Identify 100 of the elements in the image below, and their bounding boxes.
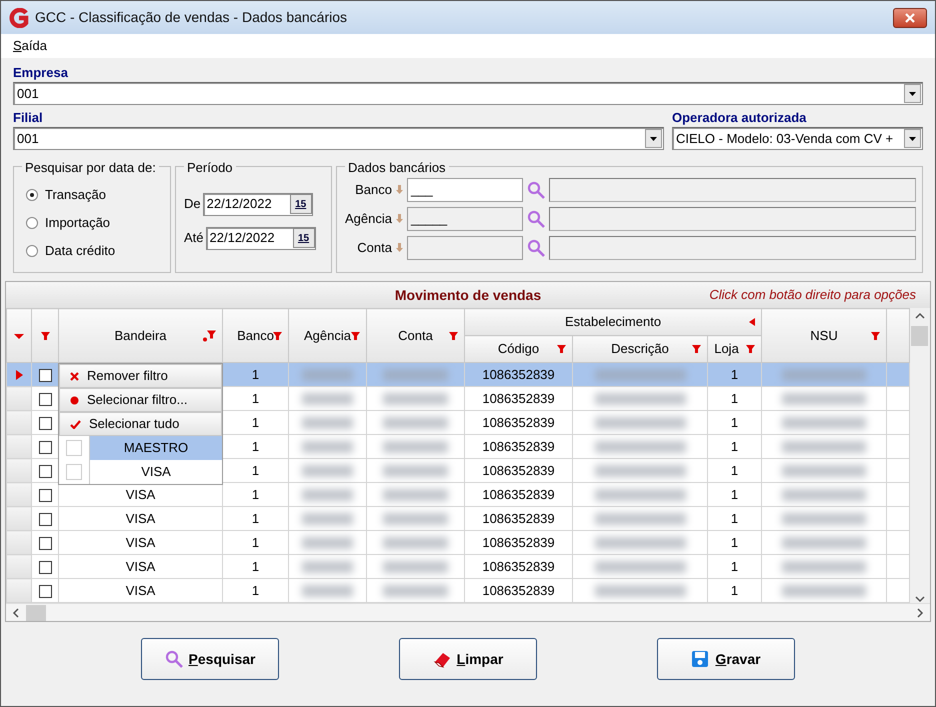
checkbox[interactable]: [38, 560, 52, 574]
column-header[interactable]: NSU: [762, 308, 887, 362]
search-button[interactable]: Pesquisar: [141, 638, 279, 680]
group-header[interactable]: Estabelecimento: [464, 308, 762, 336]
current-row-icon: [16, 370, 22, 380]
field-label: Banco: [355, 180, 392, 199]
column-header[interactable]: Descrição: [572, 336, 708, 362]
field-label: Empresa: [13, 64, 69, 82]
calendar-button[interactable]: 15: [290, 194, 312, 214]
column-header[interactable]: Conta: [366, 308, 464, 362]
field-label: Operadora autorizada: [672, 109, 808, 127]
radio-option[interactable]: Importação: [22, 209, 162, 237]
filter-icon[interactable]: [351, 332, 360, 340]
window-title: GCC - Classificação de vendas - Dados bancários: [35, 8, 348, 27]
table-cell: 1: [222, 362, 288, 386]
checkbox[interactable]: [38, 464, 52, 478]
menu-item[interactable]: Saída: [13, 36, 47, 56]
dropdown-arrow-icon[interactable]: [649, 134, 658, 142]
date-field[interactable]: 22/12/2022 15: [206, 226, 316, 250]
column-header[interactable]: Agência: [288, 308, 366, 362]
table-cell: 1086352839: [464, 554, 572, 578]
table-cell: 1: [708, 506, 762, 530]
scrollbar-thumb[interactable]: [26, 604, 46, 620]
scroll-left-icon[interactable]: [12, 608, 20, 618]
company-dropdown[interactable]: 001: [13, 82, 923, 105]
menu-item[interactable]: Selecionar tudo: [59, 412, 222, 436]
scroll-down-icon[interactable]: [914, 595, 924, 603]
close-button[interactable]: [893, 8, 927, 28]
radio-option[interactable]: Transação: [22, 181, 162, 209]
redacted-text: [302, 393, 354, 406]
list-item[interactable]: VISA: [89, 460, 222, 484]
calendar-button[interactable]: 15: [292, 228, 315, 248]
filter-icon[interactable]: [273, 332, 282, 340]
table-cell: 1086352839: [464, 410, 572, 434]
field-label: De: [184, 195, 201, 214]
table-cell: 1: [222, 482, 288, 506]
filter-icon[interactable]: [746, 345, 756, 353]
table-cell: 1: [708, 434, 762, 458]
menu-item[interactable]: Remover filtro: [59, 364, 222, 388]
eraser-icon: [432, 650, 451, 668]
check-icon: [70, 420, 81, 428]
table-cell: 1: [222, 530, 288, 554]
down-arrow-icon: [396, 243, 403, 252]
grid-title: Movimento de vendas: [394, 286, 542, 304]
checkbox[interactable]: [38, 440, 52, 454]
radio-option[interactable]: Data crédito: [22, 237, 162, 265]
collapse-arrow-icon[interactable]: [749, 318, 756, 326]
down-arrow-icon: [396, 185, 403, 194]
scrollbar-thumb[interactable]: [911, 326, 928, 346]
column-header[interactable]: Loja: [708, 336, 762, 362]
checkbox[interactable]: [38, 416, 52, 430]
operator-dropdown[interactable]: CIELO - Modelo: 03-Venda com CV +: [672, 127, 923, 150]
filter-icon[interactable]: [203, 330, 216, 341]
checkbox[interactable]: [38, 536, 52, 550]
checkbox[interactable]: [38, 392, 52, 406]
redacted-text: [382, 585, 448, 598]
scroll-up-icon[interactable]: [914, 312, 924, 320]
checkbox[interactable]: [38, 584, 52, 598]
filter-icon[interactable]: [871, 332, 880, 340]
column-header[interactable]: Bandeira: [58, 308, 222, 362]
filter-icon[interactable]: [692, 345, 701, 353]
table-cell: 1: [222, 386, 288, 410]
table-cell: 1: [222, 434, 288, 458]
date-field[interactable]: 22/12/2022 15: [202, 192, 313, 216]
redacted-text: [302, 585, 354, 598]
list-item[interactable]: MAESTRO: [89, 436, 222, 460]
header-cell[interactable]: [6, 308, 32, 362]
save-button[interactable]: Gravar: [657, 638, 795, 680]
search-icon[interactable]: [527, 238, 545, 256]
filter-icon[interactable]: [557, 345, 566, 353]
close-icon[interactable]: [905, 12, 915, 22]
filter-icon[interactable]: [449, 332, 458, 340]
header-cell[interactable]: [32, 308, 58, 362]
search-icon[interactable]: [527, 210, 545, 228]
clear-button[interactable]: Limpar: [399, 638, 537, 680]
table-cell: 1086352839: [464, 506, 572, 530]
table-cell: 1: [708, 578, 762, 602]
search-icon[interactable]: [527, 180, 545, 198]
table-cell: VISA: [58, 578, 222, 602]
scroll-right-icon[interactable]: [916, 608, 924, 618]
redacted-text: [382, 369, 448, 382]
table-cell: VISA: [58, 554, 222, 578]
sort-arrow-icon[interactable]: [14, 334, 24, 339]
column-header[interactable]: Código: [464, 336, 572, 362]
checkbox[interactable]: [38, 512, 52, 526]
dropdown-arrow-icon[interactable]: [908, 90, 917, 98]
menu-item[interactable]: Selecionar filtro...: [59, 388, 222, 412]
redacted-text: [302, 513, 354, 526]
search-icon[interactable]: [164, 650, 183, 668]
branch-dropdown[interactable]: 001: [13, 127, 664, 150]
input-field[interactable]: ___: [407, 178, 523, 202]
column-header[interactable]: Banco: [222, 308, 288, 362]
filter-icon[interactable]: [40, 332, 50, 340]
table-cell: 1086352839: [464, 482, 572, 506]
checkbox[interactable]: [38, 368, 52, 382]
redacted-text: [382, 393, 448, 406]
table-cell: 1: [222, 578, 288, 602]
checkbox[interactable]: [38, 488, 52, 502]
dropdown-arrow-icon[interactable]: [908, 134, 917, 142]
dot-icon: [70, 396, 79, 404]
